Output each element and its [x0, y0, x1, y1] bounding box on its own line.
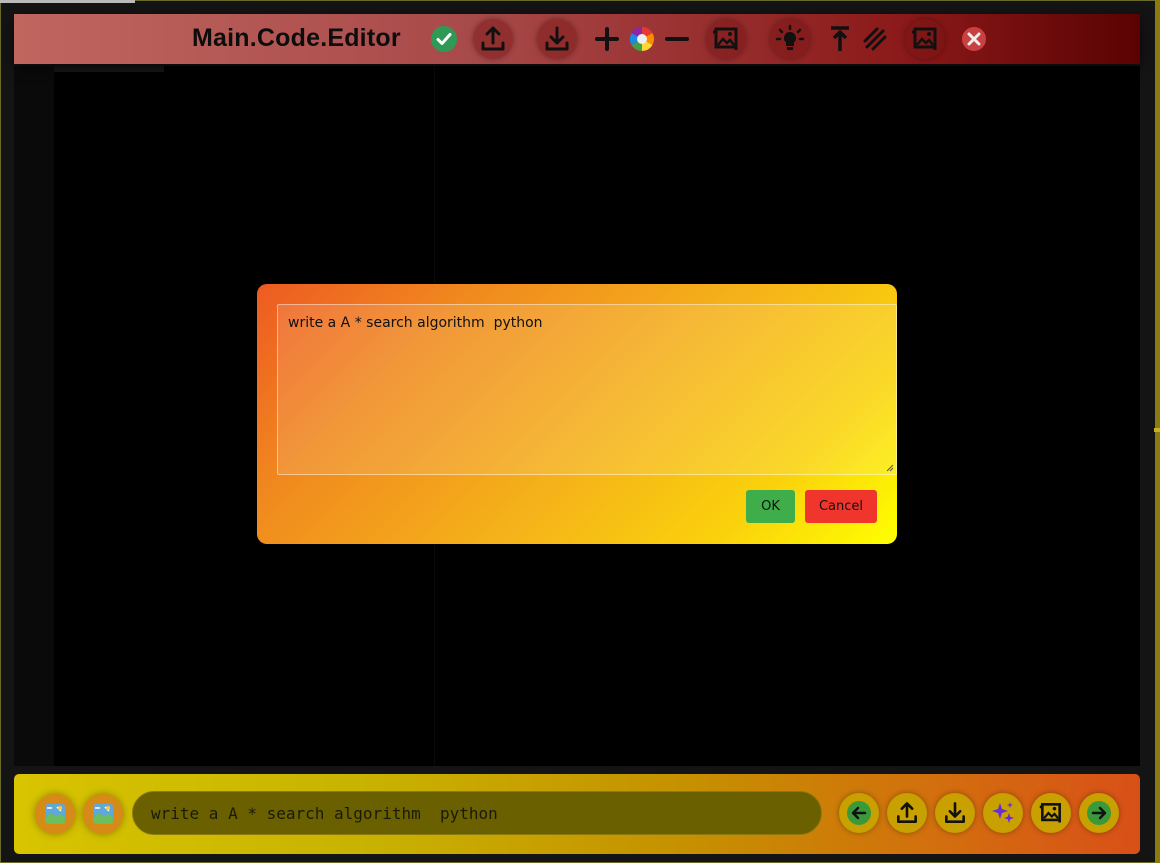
prompt-dialog: write a A * search algorithm python OK C… — [257, 284, 897, 544]
close-icon — [962, 27, 986, 51]
image-crop-icon — [713, 27, 738, 50]
plus-icon — [595, 27, 619, 51]
upload-button-bottom[interactable] — [887, 793, 927, 833]
back-button[interactable] — [839, 793, 879, 833]
run-button[interactable] — [424, 19, 464, 59]
editor-tab-hint — [54, 66, 164, 72]
comment-button[interactable] — [855, 19, 895, 59]
top-button[interactable] — [820, 19, 860, 59]
sparkle-icon — [992, 802, 1014, 823]
check-icon — [431, 26, 457, 52]
image-button-bottom[interactable] — [1031, 793, 1071, 833]
upload-icon — [897, 802, 917, 823]
map-button-2[interactable] — [83, 794, 123, 834]
image-crop-icon — [1039, 803, 1061, 823]
image-crop-icon — [912, 27, 937, 50]
download-button-bottom[interactable] — [935, 793, 975, 833]
arrow-left-icon — [847, 801, 871, 825]
cancel-button[interactable]: Cancel — [805, 490, 877, 523]
download-icon — [545, 26, 569, 51]
map-icon — [45, 804, 65, 824]
hint-button[interactable] — [770, 19, 810, 59]
map-button-1[interactable] — [35, 794, 75, 834]
upload-button[interactable] — [473, 19, 513, 59]
ok-button[interactable]: OK — [746, 490, 795, 523]
upload-icon — [481, 26, 505, 51]
app-title: Main.Code.Editor — [192, 24, 401, 52]
map-icon — [93, 804, 113, 824]
prompt-textarea[interactable]: write a A * search algorithm python — [277, 304, 897, 475]
zoom-out-button[interactable] — [657, 19, 697, 59]
zoom-in-button[interactable] — [587, 19, 627, 59]
bottom-bar — [14, 774, 1140, 854]
download-button[interactable] — [537, 19, 577, 59]
close-button[interactable] — [954, 19, 994, 59]
slashes-icon — [863, 27, 887, 51]
send-button[interactable] — [1079, 793, 1119, 833]
image-button[interactable] — [706, 19, 746, 59]
resize-handle[interactable] — [1154, 428, 1160, 432]
theme-button[interactable] — [622, 19, 662, 59]
command-input[interactable] — [132, 791, 822, 835]
color-wheel-icon — [629, 26, 655, 51]
image-button-2[interactable] — [905, 19, 945, 59]
download-icon — [945, 802, 965, 823]
arrow-right-icon — [1087, 801, 1111, 825]
minus-icon — [665, 37, 689, 41]
sparkle-button[interactable] — [983, 793, 1023, 833]
arrow-up-bar-icon — [831, 26, 849, 51]
lightbulb-icon — [775, 24, 805, 50]
line-gutter — [14, 66, 54, 766]
resize-grip-icon[interactable] — [884, 462, 894, 472]
window-indicator — [0, 0, 135, 3]
top-toolbar: Main.Code.Editor — [14, 14, 1140, 64]
